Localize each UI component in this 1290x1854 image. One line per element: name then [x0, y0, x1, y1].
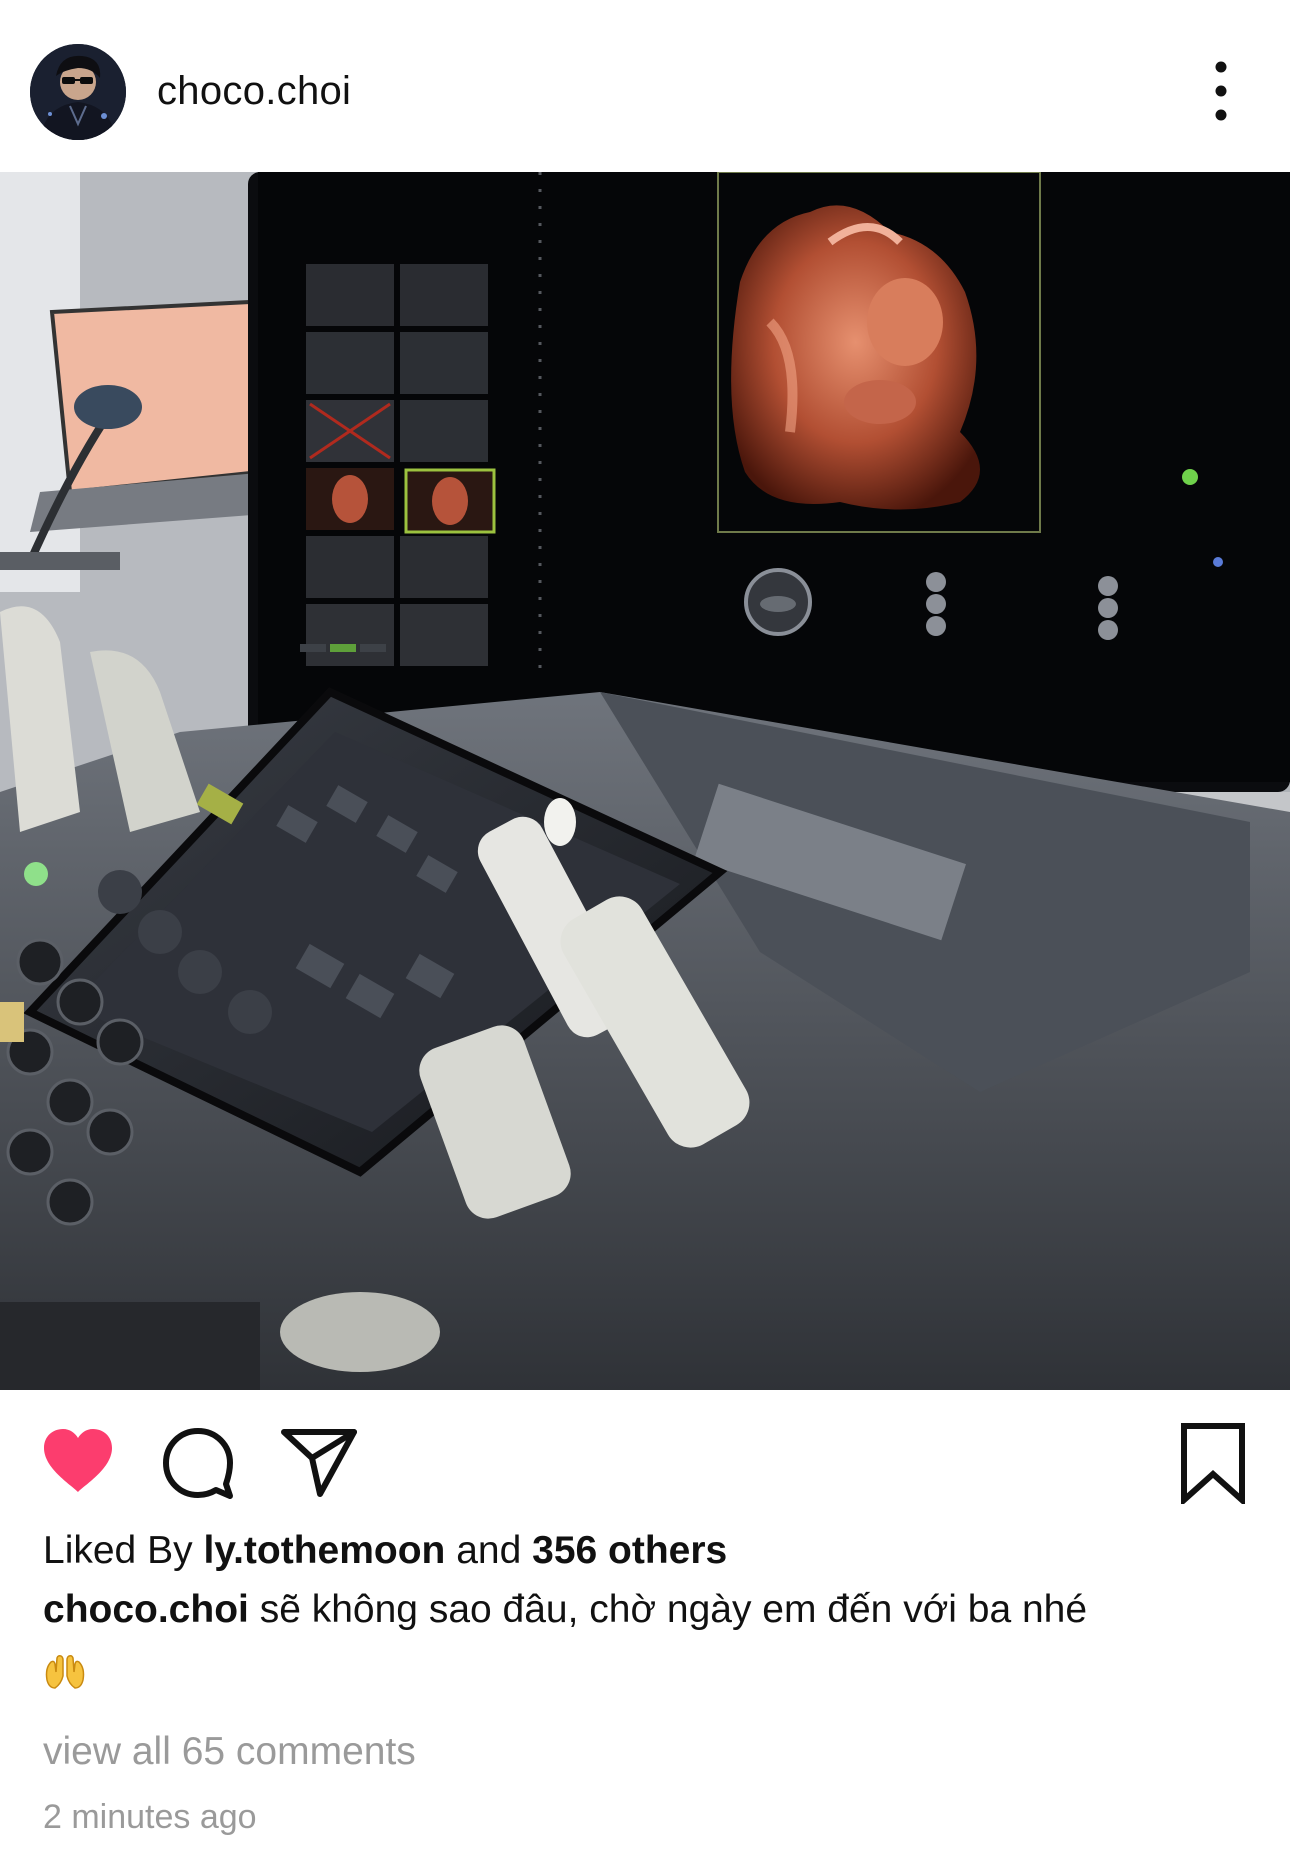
caption-username[interactable]: choco.choi	[43, 1588, 249, 1631]
liker-username[interactable]: ly.tothemoon	[203, 1529, 445, 1572]
avatar-photo	[30, 44, 126, 140]
likes-connector: and	[456, 1529, 522, 1572]
caption-emoji	[43, 1650, 87, 1694]
bookmark-icon	[1181, 1423, 1245, 1504]
hands-emoji-icon	[45, 1655, 85, 1689]
likes-others-link[interactable]: 356 others	[532, 1529, 727, 1572]
more-vertical-icon	[1215, 61, 1227, 121]
like-button[interactable]	[40, 1426, 116, 1496]
avatar[interactable]	[30, 44, 126, 140]
caption: choco.choi sẽ không sao đâu, chờ ngày em…	[43, 1586, 1243, 1634]
likes-prefix: Liked By	[43, 1529, 193, 1572]
likes-summary: Liked By ly.tothemoon and 356 others	[43, 1527, 727, 1575]
comment-icon	[163, 1428, 233, 1499]
more-options-button[interactable]	[1196, 56, 1246, 126]
save-button[interactable]	[1178, 1422, 1248, 1504]
ultrasound-photo	[0, 172, 1290, 1390]
post-image[interactable]	[0, 172, 1290, 1390]
view-all-comments-link[interactable]: view all 65 comments	[43, 1728, 416, 1776]
caption-text: sẽ không sao đâu, chờ ngày em đến với ba…	[259, 1588, 1088, 1631]
heart-icon	[44, 1429, 112, 1492]
comment-button[interactable]	[160, 1424, 236, 1500]
post-header: choco.choi	[0, 0, 1290, 172]
post-timestamp: 2 minutes ago	[43, 1798, 257, 1836]
post-username[interactable]: choco.choi	[157, 68, 351, 114]
share-button[interactable]	[280, 1426, 358, 1498]
send-icon	[281, 1429, 357, 1497]
